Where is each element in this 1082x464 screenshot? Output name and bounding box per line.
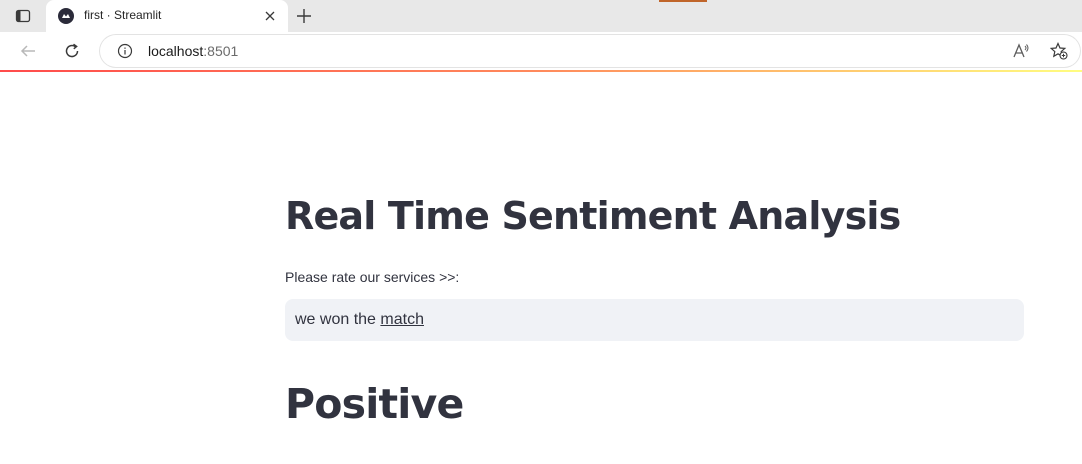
url-text: localhost:8501 [148, 43, 238, 59]
input-value-underlined: match [380, 311, 424, 328]
address-bar[interactable]: localhost:8501 [100, 35, 1080, 67]
sentiment-text-input[interactable]: we won the match [285, 299, 1024, 341]
new-tab-icon[interactable] [294, 6, 314, 26]
input-label: Please rate our services >>: [285, 269, 460, 285]
browser-tab[interactable]: first · Streamlit [46, 0, 288, 32]
app-page: Real Time Sentiment Analysis Please rate… [0, 72, 1082, 464]
tab-actions-icon[interactable] [14, 7, 32, 25]
page-title: Real Time Sentiment Analysis [285, 194, 901, 238]
add-favorite-icon[interactable] [1049, 42, 1068, 60]
tab-strip: first · Streamlit [0, 0, 1082, 32]
input-value-prefix: we won the [295, 311, 381, 328]
browser-toolbar: localhost:8501 [0, 32, 1082, 70]
tab-loading-indicator [659, 0, 707, 2]
input-value: we won the match [295, 311, 424, 329]
close-tab-icon[interactable] [262, 8, 278, 24]
sentiment-result: Positive [285, 380, 464, 428]
streamlit-favicon-icon [58, 8, 74, 24]
read-aloud-icon[interactable] [1012, 42, 1030, 60]
site-info-icon[interactable] [117, 43, 133, 59]
back-arrow-icon[interactable] [17, 40, 39, 62]
tab-title: first · Streamlit [84, 8, 162, 22]
url-port: :8501 [203, 43, 239, 59]
url-host: localhost [148, 43, 204, 59]
reload-icon[interactable] [61, 40, 83, 62]
